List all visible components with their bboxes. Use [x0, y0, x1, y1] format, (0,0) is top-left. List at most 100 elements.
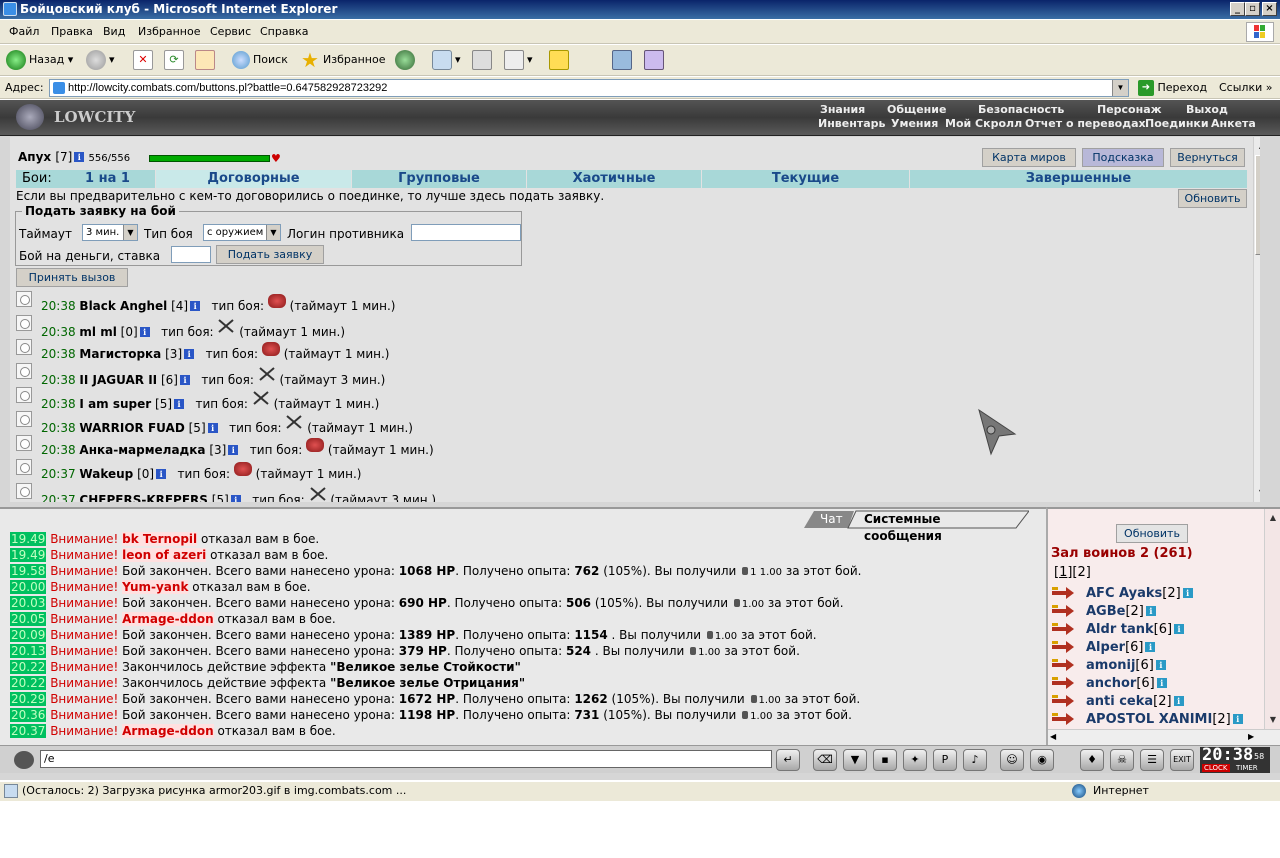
- tab-arranged[interactable]: Договорные: [156, 170, 352, 188]
- request-radio[interactable]: [16, 363, 32, 379]
- return-button[interactable]: Вернуться: [1170, 148, 1245, 167]
- request-nick[interactable]: Wakeup: [79, 467, 133, 481]
- bag-icon[interactable]: ♦: [1080, 749, 1104, 771]
- research-button[interactable]: [644, 49, 667, 71]
- info-icon[interactable]: i: [190, 301, 201, 311]
- smiley-icon[interactable]: ☺: [1000, 749, 1024, 771]
- request-radio[interactable]: [16, 387, 32, 403]
- helmet-icon[interactable]: ◉: [1030, 749, 1054, 771]
- stop-button[interactable]: ✕: [133, 49, 156, 71]
- home-button[interactable]: [195, 49, 218, 71]
- hint-button[interactable]: Подсказка: [1082, 148, 1164, 167]
- user-name[interactable]: Alper: [1086, 640, 1125, 655]
- tab-chaotic[interactable]: Хаотичные: [527, 170, 702, 188]
- nav-character[interactable]: Персонаж: [1097, 103, 1162, 116]
- request-nick[interactable]: Анка-мармеладка: [79, 443, 205, 457]
- user-name[interactable]: Aldr tank: [1086, 622, 1154, 637]
- fighter-icon[interactable]: ✦: [903, 749, 927, 771]
- private-message-icon[interactable]: [1052, 677, 1074, 689]
- address-input[interactable]: http://lowcity.combats.com/buttons.pl?ba…: [49, 79, 1129, 97]
- links-button[interactable]: Ссылки »: [1219, 81, 1272, 94]
- exit-icon[interactable]: EXIT: [1170, 749, 1194, 771]
- page-link-2[interactable]: 2: [1078, 565, 1086, 580]
- info-icon[interactable]: i: [1145, 606, 1156, 616]
- minimize-button[interactable]: _: [1230, 2, 1245, 16]
- send-icon[interactable]: ↵: [776, 749, 800, 771]
- chat-input[interactable]: /e: [40, 750, 772, 768]
- menu-tools[interactable]: Сервис: [210, 25, 251, 38]
- chat-nick[interactable]: leon of azeri: [122, 548, 207, 562]
- back-button[interactable]: Назад ▾: [6, 49, 73, 71]
- info-icon[interactable]: i: [1182, 588, 1193, 598]
- scroll-down-icon[interactable]: ▼: [1266, 713, 1280, 727]
- info-icon[interactable]: i: [139, 327, 150, 337]
- edit-button[interactable]: ▾: [504, 49, 533, 71]
- refresh-button[interactable]: ⟳: [164, 49, 187, 71]
- user-entry[interactable]: anchor[6] i: [1086, 676, 1167, 691]
- messenger-button[interactable]: [612, 49, 635, 71]
- private-message-icon[interactable]: [1052, 659, 1074, 671]
- user-entry[interactable]: Alper[6] i: [1086, 640, 1156, 655]
- refresh-users-button[interactable]: Обновить: [1116, 524, 1188, 543]
- tab-current[interactable]: Текущие: [702, 170, 910, 188]
- discuss-button[interactable]: [549, 49, 572, 71]
- eraser-icon[interactable]: ⌫: [813, 749, 837, 771]
- info-icon[interactable]: i: [156, 469, 167, 479]
- request-radio[interactable]: [16, 291, 32, 307]
- private-message-icon[interactable]: [1052, 713, 1074, 725]
- tab-group[interactable]: Групповые: [352, 170, 527, 188]
- chat-nick[interactable]: Armage-ddon: [122, 724, 214, 738]
- user-entry[interactable]: Aldr tank[6] i: [1086, 622, 1185, 637]
- users-scrollbar[interactable]: ▲ ▼: [1264, 509, 1280, 729]
- info-icon[interactable]: i: [1174, 624, 1185, 634]
- info-icon[interactable]: i: [174, 399, 185, 409]
- info-icon[interactable]: i: [1155, 660, 1166, 670]
- filter-icon[interactable]: ▼: [843, 749, 867, 771]
- private-message-icon[interactable]: [1052, 605, 1074, 617]
- info-icon[interactable]: i: [179, 375, 190, 385]
- forward-button[interactable]: ▾: [86, 49, 115, 71]
- scroll-right-icon[interactable]: ▶: [1248, 732, 1254, 741]
- chat-nick[interactable]: Yum-yank: [122, 580, 189, 594]
- user-name[interactable]: anchor: [1086, 676, 1136, 691]
- nav-my-scroll[interactable]: Мой Скролл: [945, 117, 1022, 130]
- nav-skills[interactable]: Умения: [891, 117, 938, 130]
- menu-view[interactable]: Вид: [103, 25, 125, 38]
- request-radio[interactable]: [16, 339, 32, 355]
- nav-exit[interactable]: Выход: [1186, 103, 1228, 116]
- user-entry[interactable]: APOSTOL XANIMI[2] i: [1086, 712, 1243, 727]
- search-button[interactable]: Поиск: [232, 49, 288, 71]
- nav-inventory[interactable]: Инвентарь: [818, 117, 885, 130]
- tab-chat[interactable]: Чат: [812, 511, 851, 528]
- submit-request-button[interactable]: Подать заявку: [216, 245, 324, 264]
- nav-communication[interactable]: Общение: [887, 103, 946, 116]
- nav-knowledge[interactable]: Знания: [820, 103, 865, 116]
- scroll-up-icon[interactable]: ▲: [1255, 139, 1260, 153]
- history-button[interactable]: [395, 49, 418, 71]
- scroll-thumb[interactable]: [1255, 155, 1260, 255]
- info-icon[interactable]: i: [228, 445, 239, 455]
- go-button[interactable]: ➜ Переход: [1138, 79, 1207, 97]
- site-logo[interactable]: LOWCITY: [6, 102, 136, 132]
- print-button[interactable]: [472, 49, 495, 71]
- tab-system-messages[interactable]: Системные сообщения: [856, 511, 950, 543]
- chat-nick[interactable]: Armage-ddon: [122, 612, 214, 626]
- private-message-icon[interactable]: [1052, 587, 1074, 599]
- page-link-1[interactable]: 1: [1059, 565, 1067, 580]
- request-radio[interactable]: [16, 459, 32, 475]
- request-nick[interactable]: ml ml: [79, 325, 116, 339]
- top-scrollbar[interactable]: ▲ ▼: [1253, 137, 1260, 502]
- scroll-left-icon[interactable]: ◀: [1050, 732, 1056, 741]
- menu-help[interactable]: Справка: [260, 25, 308, 38]
- private-message-icon[interactable]: [1052, 623, 1074, 635]
- info-icon[interactable]: i: [1232, 714, 1243, 724]
- nav-duels[interactable]: Поединки: [1145, 117, 1209, 130]
- scroll-up-icon[interactable]: ▲: [1266, 511, 1280, 525]
- nav-security[interactable]: Безопасность: [978, 103, 1064, 116]
- info-icon[interactable]: i: [1145, 642, 1156, 652]
- nav-profile[interactable]: Анкета: [1211, 117, 1256, 130]
- menu-file[interactable]: Файл: [9, 25, 39, 38]
- mail-button[interactable]: ▾: [432, 49, 461, 71]
- request-radio[interactable]: [16, 315, 32, 331]
- menu-edit[interactable]: Правка: [51, 25, 93, 38]
